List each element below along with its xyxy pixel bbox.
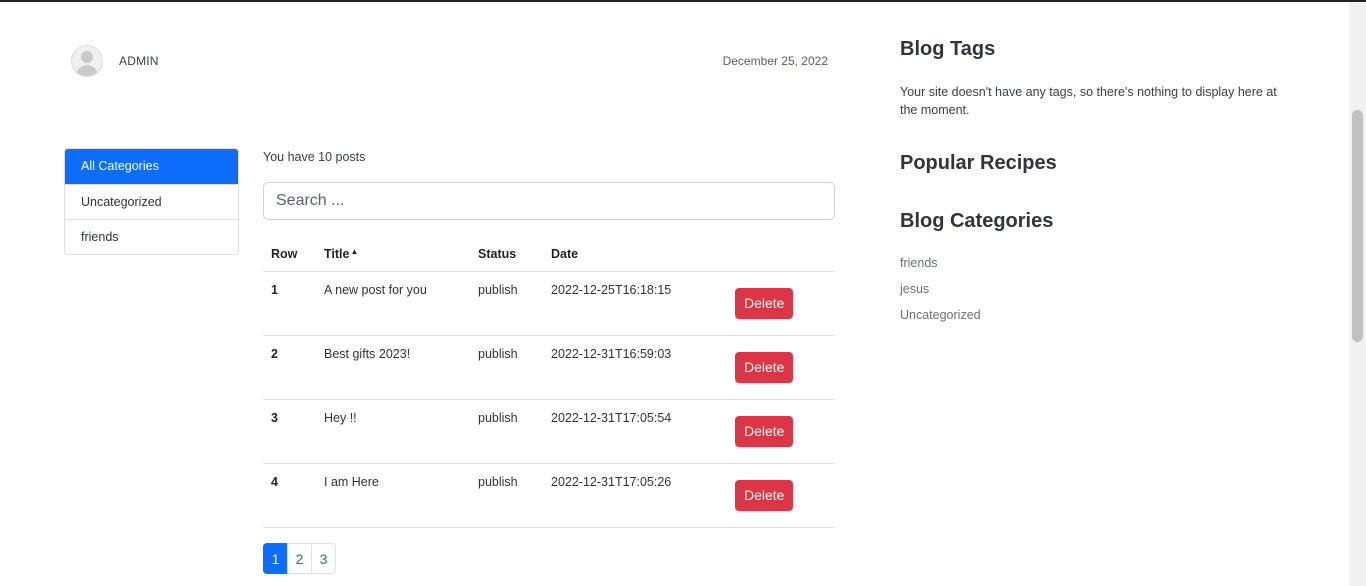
post-date-cell: 2022-12-31T16:59:03 bbox=[543, 335, 723, 400]
blog-tags-text: Your site doesn't have any tags, so ther… bbox=[900, 85, 1277, 117]
post-date: December 25, 2022 bbox=[722, 54, 828, 68]
column-header-title-label: Title bbox=[324, 247, 350, 262]
actions-cell: Delete bbox=[723, 399, 835, 464]
sidebar-category-jesus[interactable]: jesus bbox=[900, 282, 929, 296]
table-header-row: Row Title▲ Status Date bbox=[263, 238, 835, 272]
actions-cell: Delete bbox=[723, 271, 835, 336]
table-row: 3 Hey !! publish 2022-12-31T17:05:54 Del… bbox=[263, 399, 835, 464]
search-input[interactable] bbox=[263, 182, 835, 220]
column-header-date[interactable]: Date bbox=[543, 238, 723, 272]
post-status: publish bbox=[470, 271, 543, 336]
category-item-all[interactable]: All Categories bbox=[65, 149, 238, 184]
category-item-uncategorized[interactable]: Uncategorized bbox=[65, 184, 238, 219]
blog-categories-heading: Blog Categories bbox=[900, 210, 1054, 232]
post-date-cell: 2022-12-25T16:18:15 bbox=[543, 271, 723, 336]
delete-button[interactable]: Delete bbox=[735, 287, 794, 319]
posts-table: Row Title▲ Status Date 1 A new post for … bbox=[263, 238, 835, 528]
column-header-actions bbox=[723, 238, 835, 272]
delete-button[interactable]: Delete bbox=[735, 479, 794, 511]
table-row: 2 Best gifts 2023! publish 2022-12-31T16… bbox=[263, 335, 835, 400]
post-status: publish bbox=[470, 463, 543, 528]
avatar-head-shape bbox=[81, 51, 93, 63]
popular-recipes-heading: Popular Recipes bbox=[900, 152, 1057, 174]
post-title[interactable]: I am Here bbox=[316, 463, 470, 528]
row-number: 2 bbox=[263, 335, 316, 400]
page-link-3[interactable]: 3 bbox=[311, 543, 336, 574]
post-date-cell: 2022-12-31T17:05:54 bbox=[543, 399, 723, 464]
sidebar-category-uncategorized[interactable]: Uncategorized bbox=[900, 308, 981, 322]
table-row: 1 A new post for you publish 2022-12-25T… bbox=[263, 271, 835, 336]
pagination: 1 2 3 bbox=[263, 543, 336, 574]
post-title[interactable]: A new post for you bbox=[316, 271, 470, 336]
row-number: 1 bbox=[263, 271, 316, 336]
sort-ascending-icon: ▲ bbox=[350, 247, 359, 257]
column-header-row[interactable]: Row bbox=[263, 238, 316, 272]
actions-cell: Delete bbox=[723, 335, 835, 400]
post-count: You have 10 posts bbox=[263, 150, 366, 164]
table-row: 4 I am Here publish 2022-12-31T17:05:26 … bbox=[263, 463, 835, 528]
post-title[interactable]: Best gifts 2023! bbox=[316, 335, 470, 400]
post-date-cell: 2022-12-31T17:05:26 bbox=[543, 463, 723, 528]
column-header-title[interactable]: Title▲ bbox=[316, 238, 470, 272]
post-status: publish bbox=[470, 399, 543, 464]
category-filter-list: All Categories Uncategorized friends bbox=[64, 148, 239, 255]
top-border bbox=[0, 0, 1366, 2]
blog-tags-heading: Blog Tags bbox=[900, 38, 996, 60]
author-name[interactable]: ADMIN bbox=[119, 54, 159, 68]
delete-button[interactable]: Delete bbox=[735, 351, 794, 383]
post-status: publish bbox=[470, 335, 543, 400]
page-link-1[interactable]: 1 bbox=[263, 543, 288, 574]
avatar-body-shape bbox=[76, 65, 98, 76]
row-number: 4 bbox=[263, 463, 316, 528]
category-item-friends[interactable]: friends bbox=[65, 219, 238, 254]
column-header-status[interactable]: Status bbox=[470, 238, 543, 272]
sidebar-category-friends[interactable]: friends bbox=[900, 256, 938, 270]
delete-button[interactable]: Delete bbox=[735, 415, 794, 447]
post-title[interactable]: Hey !! bbox=[316, 399, 470, 464]
actions-cell: Delete bbox=[723, 463, 835, 528]
row-number: 3 bbox=[263, 399, 316, 464]
avatar bbox=[71, 45, 103, 77]
scrollbar-thumb[interactable] bbox=[1352, 110, 1363, 342]
page-link-2[interactable]: 2 bbox=[287, 543, 312, 574]
